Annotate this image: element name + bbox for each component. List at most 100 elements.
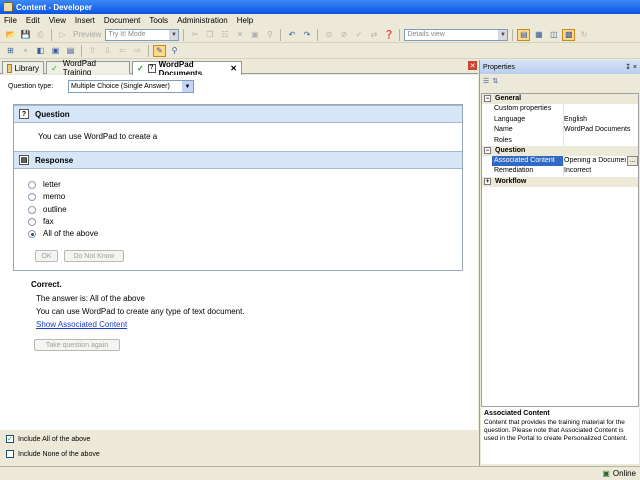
help-icon[interactable]: ❓	[382, 29, 395, 41]
menu-tools[interactable]: Tools	[149, 16, 168, 25]
option-fax[interactable]: fax	[28, 217, 54, 226]
collapse-icon[interactable]: −	[484, 147, 491, 154]
properties-pane: Properties ↧ × ☰ ⇅ − General Custom prop…	[479, 60, 640, 466]
image-icon[interactable]: ◧	[34, 45, 47, 57]
chevron-down-icon: ▼	[182, 81, 193, 92]
ok-button[interactable]: OK	[35, 250, 58, 262]
question-type-select[interactable]: Multiple Choice (Single Answer) ▼	[68, 80, 194, 93]
save-icon[interactable]: 💾	[19, 29, 32, 41]
insert-icon[interactable]: ⊞	[4, 45, 17, 57]
option-outline[interactable]: outline	[28, 205, 67, 214]
move-up-icon[interactable]: ⇧	[86, 45, 99, 57]
layout-split-icon[interactable]: ◫	[547, 29, 560, 41]
copy-icon[interactable]: ❐	[203, 29, 216, 41]
show-associated-content-link[interactable]: Show Associated Content	[36, 320, 127, 329]
question-section-header: ? Question	[14, 105, 462, 123]
view-select[interactable]: Details view ▼	[404, 28, 509, 41]
take-question-again-button[interactable]: Take question again	[34, 339, 120, 351]
link-icon[interactable]: ⊙	[322, 29, 335, 41]
properties-icon[interactable]: ▣	[248, 29, 261, 41]
option-all-of-the-above[interactable]: All of the above	[28, 229, 98, 238]
unlink-icon[interactable]: ⊘	[337, 29, 350, 41]
property-row[interactable]: Language English	[482, 115, 638, 125]
include-none-checkbox[interactable]: Include None of the above	[6, 450, 100, 458]
spellcheck-icon[interactable]: ✓	[352, 29, 365, 41]
chart-icon[interactable]: ▤	[64, 45, 77, 57]
menu-help[interactable]: Help	[237, 16, 253, 25]
radio-button-selected[interactable]	[28, 229, 36, 238]
menu-file[interactable]: File	[4, 16, 17, 25]
preview-button[interactable]: Preview	[71, 30, 103, 39]
replace-icon[interactable]: ⇄	[367, 29, 380, 41]
menu-view[interactable]: View	[49, 16, 66, 25]
chevron-down-icon: ▼	[169, 29, 179, 40]
radio-button[interactable]	[28, 205, 36, 214]
properties-pane-icon[interactable]: ▩	[562, 28, 576, 41]
undo-icon[interactable]: ↶	[285, 29, 298, 41]
radio-button[interactable]	[28, 192, 36, 201]
open-folder-icon[interactable]: 📂	[4, 29, 17, 41]
tab-wordpad-documents[interactable]: ✓ ? WordPad Documents ✕	[132, 60, 242, 78]
status-bar: ▣ Online	[0, 466, 640, 480]
menu-administration[interactable]: Administration	[177, 16, 228, 25]
question-editor: Question type: Multiple Choice (Single A…	[0, 75, 478, 465]
do-not-know-button[interactable]: Do Not Know	[64, 250, 124, 262]
option-memo[interactable]: memo	[28, 192, 65, 201]
option-letter[interactable]: letter	[28, 180, 61, 189]
picture-icon[interactable]: ▣	[49, 45, 62, 57]
cut-icon[interactable]: ✂	[188, 29, 201, 41]
question-text[interactable]: You can use WordPad to create a	[38, 132, 157, 141]
radio-button[interactable]	[28, 180, 36, 189]
tab-library[interactable]: Library	[2, 61, 44, 74]
close-document-icon[interactable]: ✕	[468, 61, 477, 70]
move-down-icon[interactable]: ⇩	[101, 45, 114, 57]
feedback-title: Correct.	[31, 280, 62, 289]
pin-close-icon[interactable]: ↧ ×	[625, 63, 637, 71]
toolbar-separator	[317, 28, 319, 41]
delete-icon[interactable]: ✕	[233, 29, 246, 41]
print-icon[interactable]: ⎙	[34, 29, 47, 41]
categorized-icon[interactable]: ☰	[483, 77, 489, 85]
zoom-icon[interactable]: ⚲	[168, 45, 181, 57]
property-row[interactable]: Custom properties	[482, 104, 638, 114]
collapse-icon[interactable]: −	[484, 95, 491, 102]
category-question[interactable]: − Question	[482, 146, 638, 156]
include-all-checkbox[interactable]: ✓ Include All of the above	[6, 435, 90, 443]
category-workflow[interactable]: + Workflow	[482, 177, 638, 187]
property-row[interactable]: Name WordPad Documents	[482, 125, 638, 135]
redo-icon[interactable]: ↷	[300, 29, 313, 41]
edit-pencil-icon[interactable]: ✎	[153, 44, 166, 57]
paste-icon[interactable]: ☷	[218, 29, 231, 41]
find-icon[interactable]: ⚲	[263, 29, 276, 41]
preview-icon[interactable]: ▷	[56, 29, 69, 41]
new-frame-icon[interactable]: ▫	[19, 45, 32, 57]
sort-alpha-icon[interactable]: ⇅	[492, 77, 498, 85]
menu-bar: File Edit View Insert Document Tools Adm…	[0, 14, 640, 27]
property-row[interactable]: Remediation Incorrect	[482, 166, 638, 176]
checkbox-checked[interactable]: ✓	[6, 435, 14, 443]
mode-select[interactable]: Try It! Mode ▼	[105, 28, 180, 41]
question-type-label: Question type:	[8, 83, 54, 90]
title-bar: Content - Developer	[0, 0, 640, 14]
layout-details-icon[interactable]: ▤	[517, 28, 531, 41]
property-row-selected[interactable]: Associated Content Opening a Document …	[482, 156, 638, 166]
indent-icon[interactable]: ⇨	[131, 45, 144, 57]
outdent-icon[interactable]: ⇦	[116, 45, 129, 57]
checkmark-doc-icon: ✓	[51, 63, 58, 73]
menu-document[interactable]: Document	[104, 16, 140, 25]
toolbar-separator	[81, 44, 82, 57]
property-description: Associated Content Content that provides…	[481, 406, 639, 464]
browse-ellipsis-button[interactable]: …	[627, 156, 638, 166]
menu-insert[interactable]: Insert	[75, 16, 95, 25]
layout-list-icon[interactable]: ▦	[532, 29, 545, 41]
sync-icon[interactable]: ↻	[577, 29, 590, 41]
tab-wordpad-training[interactable]: ✓ WordPad Training	[46, 59, 130, 77]
checkbox-unchecked[interactable]	[6, 450, 14, 458]
expand-icon[interactable]: +	[484, 178, 491, 185]
radio-button[interactable]	[28, 217, 36, 226]
category-general[interactable]: − General	[482, 94, 638, 104]
tab-close-icon[interactable]: ✕	[230, 64, 237, 73]
menu-edit[interactable]: Edit	[26, 16, 40, 25]
property-row[interactable]: Roles	[482, 136, 638, 146]
response-icon: ▤	[19, 155, 29, 165]
